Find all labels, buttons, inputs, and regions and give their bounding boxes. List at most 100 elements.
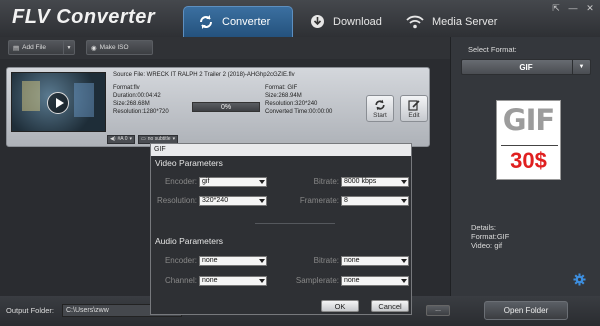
format-panel: Select Format: GIF ▼ GIF 30$ Details: Fo… bbox=[450, 37, 600, 296]
chevron-down-icon bbox=[401, 259, 407, 263]
list-item[interactable]: Source File: WRECK IT RALPH 2 Trailer 2 … bbox=[6, 67, 430, 147]
edit-icon bbox=[408, 99, 420, 111]
refresh-icon bbox=[200, 15, 212, 29]
source-file: Source File: WRECK IT RALPH 2 Trailer 2 … bbox=[113, 72, 295, 78]
tab-media-server[interactable]: Media Server bbox=[392, 6, 502, 37]
edit-button[interactable]: Edit bbox=[400, 95, 428, 122]
format-badge: GIF 30$ bbox=[496, 100, 561, 180]
chevron-down-icon[interactable]: ▼ bbox=[63, 41, 74, 54]
app-title: FLV Converter bbox=[12, 6, 156, 28]
progress-bar: 0% bbox=[192, 102, 260, 112]
samplerate-label: Samplerate: bbox=[295, 276, 339, 285]
source-info: Format:flv Duration:00:04:42 Size:268.68… bbox=[113, 84, 169, 116]
make-iso-label: Make ISO bbox=[99, 44, 129, 51]
output-resolution: Resolution:320*240 bbox=[265, 101, 318, 107]
output-size: Size:268.94M bbox=[265, 93, 302, 99]
video-encoder-select[interactable]: gif bbox=[199, 177, 267, 187]
format-select[interactable]: GIF ▼ bbox=[461, 59, 591, 75]
tab-converter[interactable]: Converter bbox=[183, 6, 293, 37]
subtitle-value: no subtitle bbox=[147, 136, 171, 142]
dialog-title: GIF bbox=[151, 144, 411, 156]
tab-label: Converter bbox=[222, 16, 271, 28]
play-icon[interactable] bbox=[47, 92, 69, 114]
converted-time: Converted Time:00:00:00 bbox=[265, 109, 333, 115]
source-size: Size:268.68M bbox=[113, 101, 150, 107]
close-icon[interactable]: ✕ bbox=[584, 3, 596, 13]
divider bbox=[255, 223, 335, 224]
channel-value: none bbox=[202, 277, 218, 284]
open-folder-button[interactable]: Open Folder bbox=[484, 301, 568, 320]
tab-label: Media Server bbox=[432, 15, 498, 28]
video-thumbnail[interactable] bbox=[11, 72, 106, 132]
audio-bitrate-select[interactable]: none bbox=[341, 256, 409, 266]
chevron-down-icon bbox=[401, 279, 407, 283]
refresh-icon bbox=[375, 99, 385, 110]
add-file-label: Add File bbox=[22, 44, 47, 51]
add-file-button[interactable]: ▤ Add File ▼ bbox=[8, 40, 75, 55]
video-section-title: Video Parameters bbox=[155, 158, 223, 168]
audio-bitrate-value: none bbox=[344, 257, 360, 264]
video-bitrate-label: Bitrate: bbox=[313, 177, 339, 186]
external-link-icon[interactable]: ⇱ bbox=[550, 3, 562, 13]
badge-text: GIF bbox=[502, 103, 555, 137]
ruler-line bbox=[501, 145, 558, 146]
output-format: Format: GIF bbox=[265, 85, 298, 91]
settings-dialog: GIF Video Parameters Encoder: gif Bitrat… bbox=[150, 143, 412, 315]
output-folder-label: Output Folder: bbox=[6, 306, 54, 315]
details-video: Video: gif bbox=[471, 241, 503, 250]
resolution-label: Resolution: bbox=[156, 196, 197, 205]
add-file-icon: ▤ bbox=[13, 44, 20, 52]
speaker-icon: ◀) bbox=[110, 136, 116, 142]
samplerate-value: none bbox=[344, 277, 360, 284]
toolbar: ▤ Add File ▼ ◉ Make ISO bbox=[0, 37, 450, 59]
start-button[interactable]: Start bbox=[366, 95, 394, 122]
start-label: Start bbox=[373, 111, 387, 119]
video-bitrate-select[interactable]: 8000 kbps bbox=[341, 177, 409, 187]
chevron-down-icon: ▾ bbox=[172, 136, 176, 142]
browse-button[interactable]: ... bbox=[426, 305, 450, 316]
minimize-icon[interactable]: — bbox=[567, 3, 579, 13]
chevron-down-icon bbox=[259, 279, 265, 283]
framerate-value: 8 bbox=[344, 197, 348, 204]
chevron-down-icon: ▾ bbox=[129, 136, 133, 142]
source-duration: Duration:00:04:42 bbox=[113, 93, 161, 99]
make-iso-button[interactable]: ◉ Make ISO bbox=[86, 40, 153, 55]
audio-encoder-label: Encoder: bbox=[164, 256, 197, 265]
window-controls: ⇱ — ✕ bbox=[550, 3, 596, 14]
select-format-label: Select Format: bbox=[468, 45, 517, 54]
chevron-down-icon bbox=[259, 180, 265, 184]
download-icon bbox=[311, 15, 324, 28]
chevron-down-icon bbox=[259, 199, 265, 203]
badge-price: 30$ bbox=[510, 148, 547, 173]
video-encoder-label: Encoder: bbox=[164, 177, 197, 186]
resolution-select[interactable]: 320*240 bbox=[199, 196, 267, 206]
gear-icon[interactable] bbox=[573, 273, 586, 286]
audio-encoder-value: none bbox=[202, 257, 218, 264]
format-value: GIF bbox=[519, 62, 533, 72]
samplerate-select[interactable]: none bbox=[341, 276, 409, 286]
edit-label: Edit bbox=[408, 111, 420, 119]
wifi-icon bbox=[406, 15, 424, 28]
chevron-down-icon bbox=[401, 199, 407, 203]
disc-icon: ◉ bbox=[91, 44, 97, 52]
channel-select[interactable]: none bbox=[199, 276, 267, 286]
audio-bitrate-label: Bitrate: bbox=[313, 256, 339, 265]
output-info: Format: GIF Size:268.94M Resolution:320*… bbox=[265, 84, 332, 116]
audio-section-title: Audio Parameters bbox=[155, 236, 224, 246]
details-format: Format:GIF bbox=[471, 232, 510, 241]
audio-track-select[interactable]: ◀) #A 0 ▾ bbox=[107, 134, 136, 144]
audio-encoder-select[interactable]: none bbox=[199, 256, 267, 266]
chevron-down-icon[interactable]: ▼ bbox=[572, 60, 590, 74]
channel-label: Channel: bbox=[164, 276, 197, 285]
resolution-value: 320*240 bbox=[202, 197, 229, 204]
video-encoder-value: gif bbox=[202, 178, 210, 185]
tab-label: Download bbox=[333, 15, 382, 28]
video-bitrate-value: 8000 kbps bbox=[344, 178, 377, 185]
chevron-down-icon bbox=[401, 180, 407, 184]
cancel-button[interactable]: Cancel bbox=[371, 300, 409, 312]
details-heading: Details: bbox=[471, 223, 497, 232]
tab-download[interactable]: Download bbox=[296, 6, 388, 37]
framerate-select[interactable]: 8 bbox=[341, 196, 409, 206]
title-bar: FLV Converter Converter Download Media S… bbox=[0, 0, 600, 37]
ok-button[interactable]: OK bbox=[321, 300, 359, 312]
